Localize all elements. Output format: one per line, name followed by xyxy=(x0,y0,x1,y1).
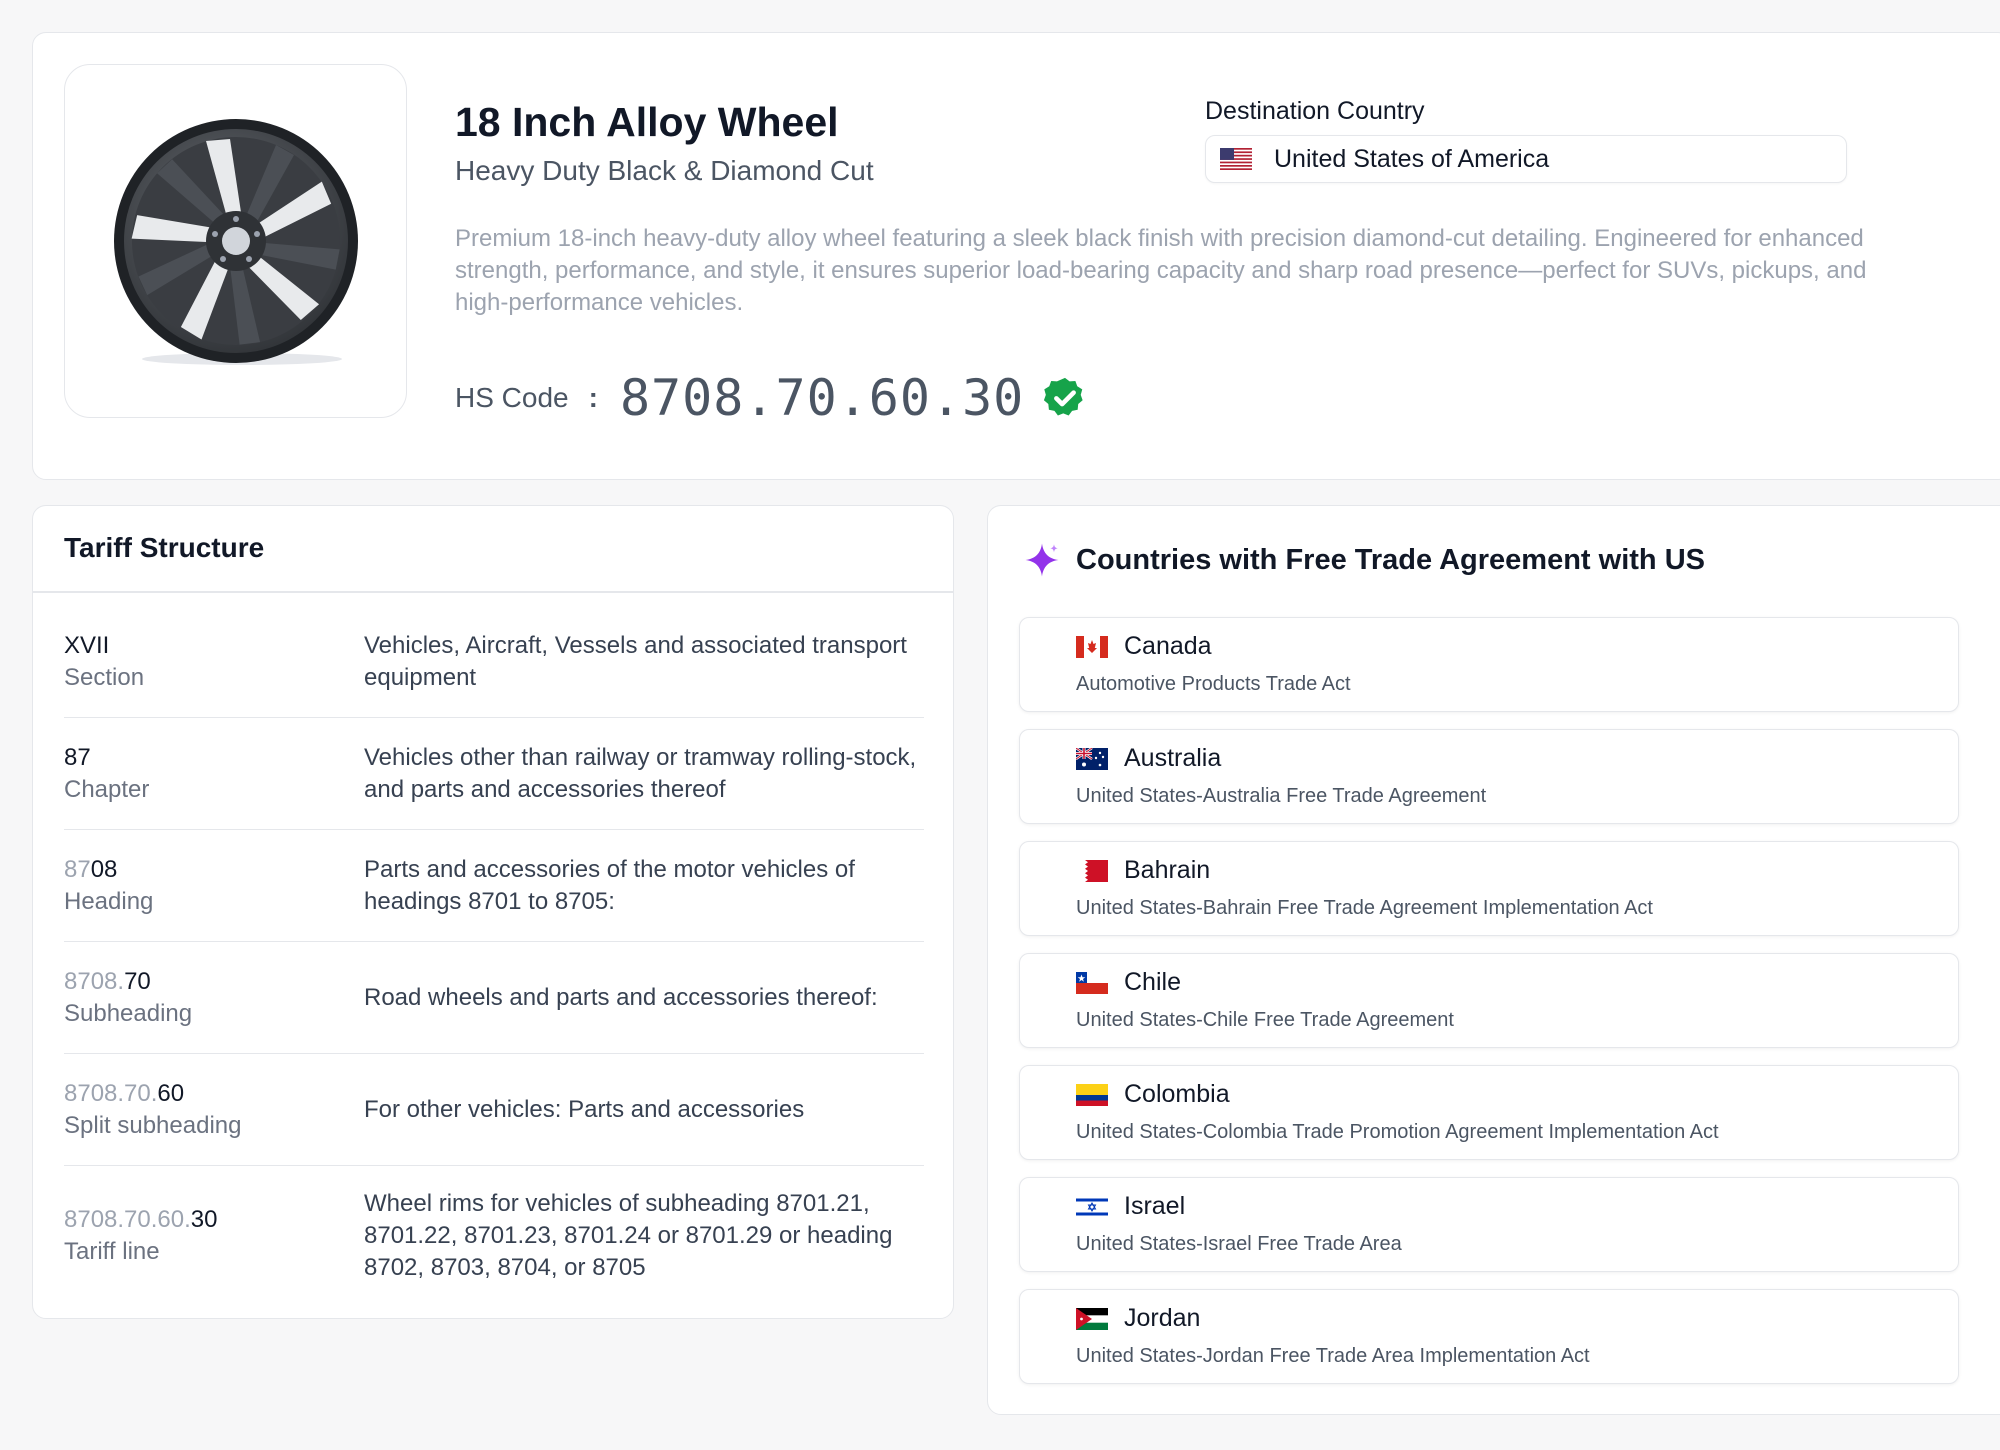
tariff-level: Section xyxy=(64,663,145,691)
hs-code-value: 8708.70.60.30 xyxy=(619,369,1025,427)
tariff-level: Chapter xyxy=(64,775,150,803)
divider xyxy=(33,591,953,593)
jordan-flag-icon xyxy=(1076,1307,1108,1330)
tariff-description: Vehicles other than railway or tramway r… xyxy=(364,743,917,803)
product-subtitle: Heavy Duty Black & Diamond Cut xyxy=(455,155,874,186)
destination-country-value: United States of America xyxy=(1274,144,1550,173)
tariff-description: Parts and accessories of the motor vehic… xyxy=(364,855,855,915)
tariff-code: 30 xyxy=(190,1206,218,1233)
tariff-row: 8708.70.60 Split subheading For other ve… xyxy=(64,1054,924,1166)
tariff-code: 70 xyxy=(124,967,151,995)
tariff-code-prefix: 8708.70. xyxy=(64,1079,158,1107)
fta-country-name: Chile xyxy=(1124,968,1181,996)
tariff-row: XVII Section Vehicles, Aircraft, Vessels… xyxy=(64,606,924,718)
tariff-level: Heading xyxy=(64,887,154,915)
fta-agreement-name: United States-Jordan Free Trade Area Imp… xyxy=(1076,1345,1590,1367)
canada-flag-icon xyxy=(1076,635,1108,658)
tariff-row: 8708 Heading Parts and accessories of th… xyxy=(64,830,924,942)
tariff-code: 08 xyxy=(90,855,118,883)
hs-code-label: HS Code xyxy=(455,382,569,413)
tariff-description: For other vehicles: Parts and accessorie… xyxy=(364,1095,805,1123)
tariff-code: XVII xyxy=(64,631,110,659)
fta-country-item[interactable]: Israel United States-Israel Free Trade A… xyxy=(1019,1177,1959,1272)
tariff-row: 87 Chapter Vehicles other than railway o… xyxy=(64,718,924,830)
tariff-description: Wheel rims for vehicles of subheading 87… xyxy=(364,1190,893,1281)
fta-country-name: Jordan xyxy=(1124,1304,1201,1332)
tariff-structure-card: Tariff Structure XVII Section Vehicles, … xyxy=(32,505,954,1319)
fta-country-item[interactable]: Bahrain United States-Bahrain Free Trade… xyxy=(1019,841,1959,936)
product-image xyxy=(64,64,407,418)
bahrain-flag-icon xyxy=(1076,859,1108,882)
hs-code-row: HS Code : 8708.70.60.30 xyxy=(455,363,1088,433)
fta-country-item[interactable]: Jordan United States-Jordan Free Trade A… xyxy=(1019,1289,1959,1384)
fta-country-item[interactable]: Canada Automotive Products Trade Act xyxy=(1019,617,1959,712)
product-description: Premium 18-inch heavy-duty alloy wheel f… xyxy=(455,225,1867,316)
fta-agreement-name: United States-Bahrain Free Trade Agreeme… xyxy=(1076,897,1653,919)
tariff-description: Road wheels and parts and accessories th… xyxy=(364,983,878,1011)
fta-country-name: Canada xyxy=(1124,632,1212,660)
tariff-level: Subheading xyxy=(64,999,193,1027)
destination-country-label: Destination Country xyxy=(1205,97,1425,125)
fta-country-item[interactable]: Australia United States-Australia Free T… xyxy=(1019,729,1959,824)
colombia-flag-icon xyxy=(1076,1083,1108,1106)
tariff-level: Split subheading xyxy=(64,1111,242,1139)
fta-agreement-name: United States-Colombia Trade Promotion A… xyxy=(1076,1121,1719,1143)
product-card: 18 Inch Alloy Wheel Heavy Duty Black & D… xyxy=(32,32,2000,480)
tariff-code-prefix: 8708.70.60. xyxy=(64,1206,191,1233)
fta-agreement-name: United States-Chile Free Trade Agreement xyxy=(1076,1009,1454,1031)
fta-country-name: Israel xyxy=(1124,1192,1186,1220)
tariff-code: 87 xyxy=(64,743,91,771)
fta-country-name: Australia xyxy=(1124,744,1222,772)
fta-country-item[interactable]: Colombia United States-Colombia Trade Pr… xyxy=(1019,1065,1959,1160)
australia-flag-icon xyxy=(1076,747,1108,770)
fta-agreement-name: United States-Israel Free Trade Area xyxy=(1076,1233,1402,1255)
fta-country-name: Bahrain xyxy=(1124,856,1211,884)
chile-flag-icon xyxy=(1076,971,1108,994)
tariff-level: Tariff line xyxy=(64,1238,160,1265)
fta-title: Countries with Free Trade Agreement with… xyxy=(1076,543,1705,576)
alloy-wheel-icon xyxy=(113,119,358,365)
tariff-structure-title: Tariff Structure xyxy=(64,532,265,563)
verified-check-icon xyxy=(1042,375,1088,421)
fta-header: Countries with Free Trade Agreement with… xyxy=(1024,542,1705,578)
product-title: 18 Inch Alloy Wheel xyxy=(455,99,839,145)
destination-country-select[interactable]: United States of America xyxy=(1205,135,1847,183)
israel-flag-icon xyxy=(1076,1195,1108,1218)
fta-agreement-name: United States-Australia Free Trade Agree… xyxy=(1076,785,1487,807)
us-flag-icon xyxy=(1220,148,1252,170)
fta-country-name: Colombia xyxy=(1124,1080,1230,1108)
tariff-description: Vehicles, Aircraft, Vessels and associat… xyxy=(364,631,907,691)
sparkle-icon xyxy=(1024,542,1060,578)
tariff-code-prefix: 8708. xyxy=(64,967,125,995)
fta-agreement-name: Automotive Products Trade Act xyxy=(1076,673,1351,695)
hs-code-colon: : xyxy=(588,382,598,413)
fta-country-item[interactable]: Chile United States-Chile Free Trade Agr… xyxy=(1019,953,1959,1048)
tariff-code: 60 xyxy=(157,1079,185,1107)
tariff-row: 8708.70 Subheading Road wheels and parts… xyxy=(64,942,924,1054)
tariff-row: 8708.70.60.30 Tariff line Wheel rims for… xyxy=(64,1166,924,1306)
fta-countries-card: Countries with Free Trade Agreement with… xyxy=(987,505,2000,1415)
tariff-code-prefix: 87 xyxy=(64,855,91,883)
